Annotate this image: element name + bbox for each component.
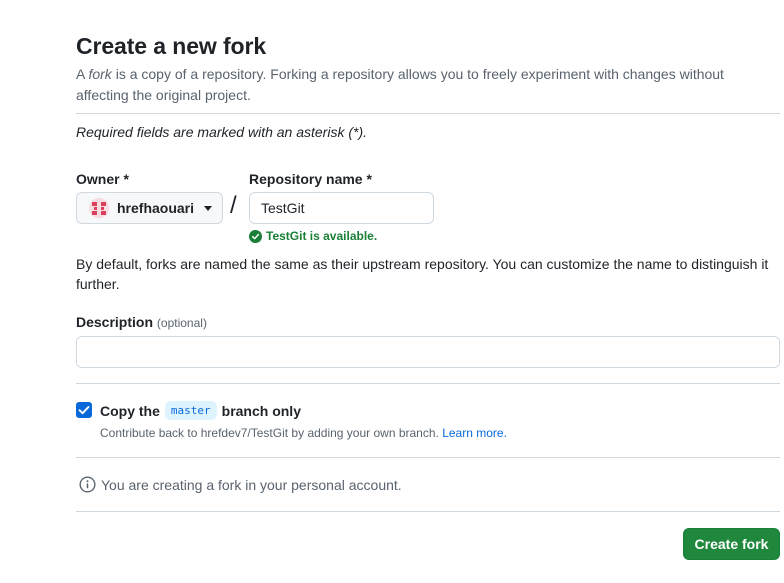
divider (76, 383, 780, 384)
info-icon (79, 476, 96, 493)
create-fork-button[interactable]: Create fork (683, 528, 780, 560)
required-fields-note: Required fields are marked with an aster… (76, 124, 368, 140)
availability-message: TestGit is available. (249, 229, 377, 243)
optional-hint: (optional) (156, 316, 207, 330)
checkmark-icon (78, 406, 90, 415)
owner-name: hrefhaouari (117, 200, 195, 216)
page-title: Create a new fork (76, 33, 267, 59)
repository-name-label: Repository name * (249, 171, 372, 187)
owner-repo-separator: / (230, 192, 237, 219)
copy-branch-checkbox[interactable] (76, 402, 92, 418)
copy-branch-label[interactable]: Copy the master branch only (100, 401, 301, 420)
repository-name-input[interactable] (249, 192, 434, 224)
divider (76, 113, 780, 114)
caret-down-icon (204, 205, 213, 211)
contribute-hint: Contribute back to hrefdev7/TestGit by a… (100, 426, 507, 440)
divider (76, 457, 780, 458)
fork-term: fork (88, 66, 112, 82)
check-circle-icon (249, 229, 262, 243)
personal-account-notice: You are creating a fork in your personal… (79, 476, 402, 493)
avatar (89, 198, 109, 218)
learn-more-link[interactable]: Learn more. (442, 426, 507, 440)
owner-select[interactable]: hrefhaouari (76, 192, 223, 224)
branch-name-code: master (164, 401, 217, 420)
owner-label: Owner * (76, 171, 129, 187)
default-naming-note: By default, forks are named the same as … (76, 256, 769, 292)
intro-text: A fork is a copy of a repository. Forkin… (76, 66, 724, 103)
description-label: Description (optional) (76, 314, 207, 330)
description-input[interactable] (76, 336, 780, 368)
divider (76, 511, 780, 512)
